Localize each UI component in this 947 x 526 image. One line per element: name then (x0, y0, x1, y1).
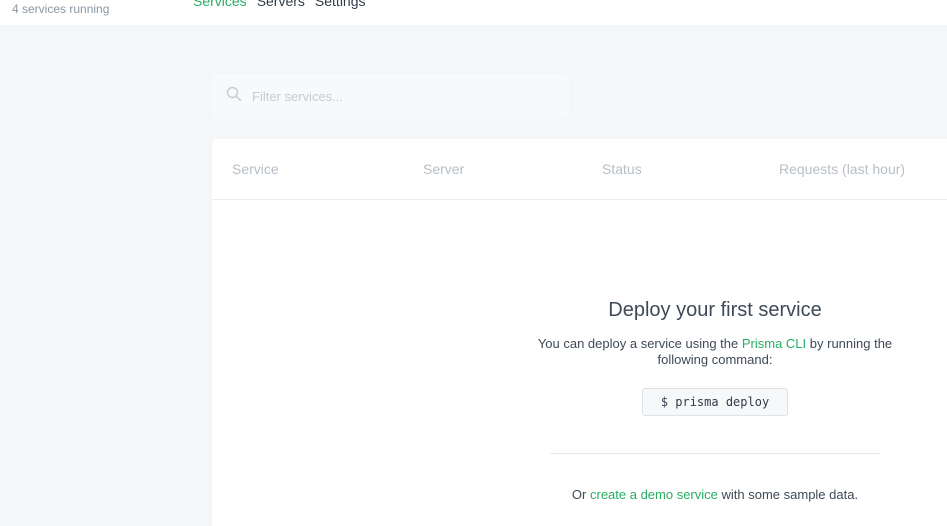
main-nav: Services Servers Settings (193, 0, 366, 9)
demo-suffix: with some sample data. (717, 487, 859, 502)
column-requests[interactable]: Requests (last hour) (779, 161, 905, 177)
services-table-header: Service Server Status Requests (last hou… (212, 139, 947, 200)
column-service[interactable]: Service (232, 161, 279, 177)
nav-settings[interactable]: Settings (315, 0, 366, 9)
divider (550, 453, 880, 454)
filter-services-input[interactable] (250, 88, 554, 105)
column-server[interactable]: Server (423, 161, 464, 177)
services-running-status: 4 services running (12, 2, 110, 16)
create-demo-service-link[interactable]: create a demo service (590, 487, 718, 502)
nav-servers[interactable]: Servers (257, 0, 305, 9)
demo-prefix: Or (571, 487, 590, 502)
deploy-command: $ prisma deploy (642, 388, 788, 416)
column-status[interactable]: Status (602, 161, 642, 177)
search-icon (226, 86, 242, 107)
services-panel: Service Server Status Requests (last hou… (212, 139, 947, 526)
nav-services[interactable]: Services (193, 0, 247, 9)
demo-service-line: Or create a demo service with some sampl… (525, 487, 905, 502)
filter-services-box[interactable] (212, 74, 569, 119)
prisma-cli-link[interactable]: Prisma CLI (742, 336, 806, 351)
empty-state-description: You can deploy a service using the Prism… (525, 336, 905, 368)
top-bar: 4 services running Services Servers Sett… (0, 0, 947, 25)
empty-state-title: Deploy your first service (608, 299, 822, 321)
desc-prefix: You can deploy a service using the (537, 336, 742, 351)
